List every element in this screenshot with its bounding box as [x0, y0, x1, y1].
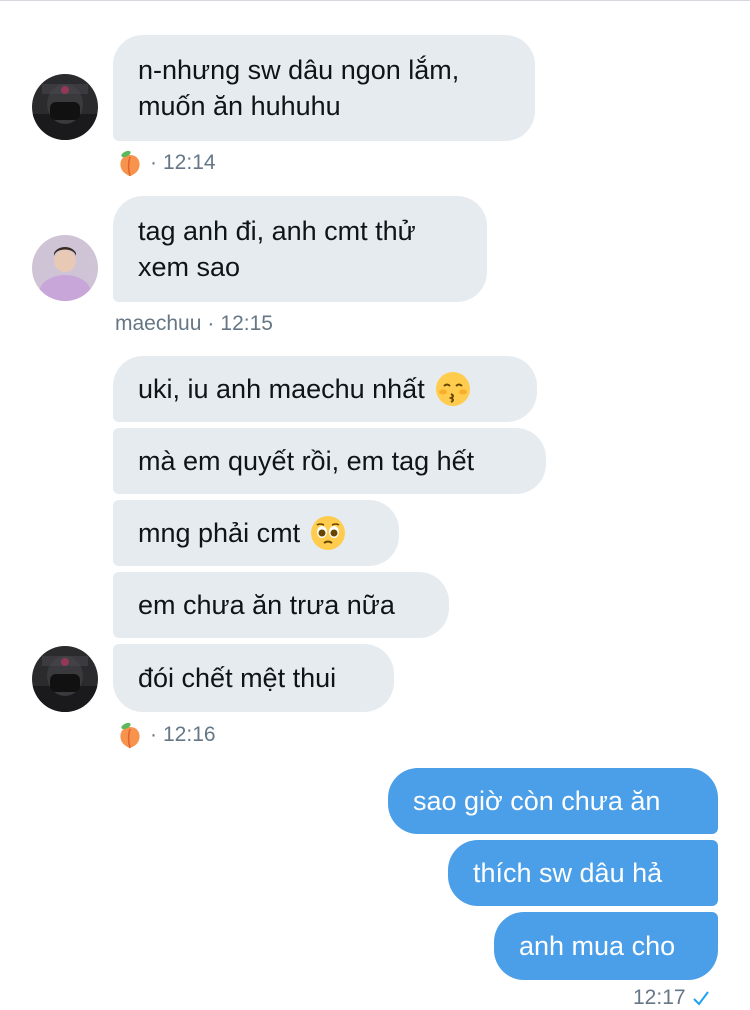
avatar-peach-user-1[interactable]	[32, 74, 98, 140]
message-text: uki, iu anh maechu nhất	[138, 373, 425, 404]
message-bubble[interactable]: tag anh đi, anh cmt thử xem sao	[113, 196, 487, 302]
kissing-face-emoji-icon	[435, 372, 470, 406]
outgoing-message-meta: 12:17	[633, 986, 710, 1010]
message-bubble[interactable]: em chưa ăn trưa nữa	[113, 572, 449, 638]
timestamp: 12:16	[163, 723, 216, 746]
timestamp: 12:17	[633, 986, 686, 1009]
message-text: n-nhưng sw dâu ngon lắm, muốn ăn huhuhu	[138, 55, 460, 121]
message-bubble[interactable]: mà em quyết rồi, em tag hết	[113, 428, 546, 494]
avatar-maechuu[interactable]	[32, 235, 98, 301]
message-text: tag anh đi, anh cmt thử xem sao	[138, 216, 416, 282]
outgoing-message-bubble[interactable]: sao giờ còn chưa ăn	[388, 768, 718, 834]
avatar-image	[32, 235, 98, 301]
message-text: sao giờ còn chưa ăn	[413, 785, 661, 816]
separator: ·	[207, 312, 215, 335]
message-bubble[interactable]: đói chết mệt thui	[113, 644, 394, 712]
message-meta: · 12:16	[116, 721, 216, 749]
timestamp: 12:15	[220, 312, 273, 335]
outgoing-message-bubble[interactable]: thích sw dâu hả	[448, 840, 718, 906]
message-bubble[interactable]: mng phải cmt	[113, 500, 399, 566]
peach-emoji-icon	[120, 150, 140, 177]
message-bubble[interactable]: n-nhưng sw dâu ngon lắm, muốn ăn huhuhu	[113, 35, 535, 141]
checkmark-icon	[692, 991, 709, 1006]
message-text: đói chết mệt thui	[138, 662, 337, 693]
sender-name[interactable]: maechuu	[115, 312, 201, 336]
separator: ·	[150, 723, 157, 746]
outgoing-message-bubble[interactable]: anh mua cho	[494, 912, 718, 980]
message-text: em chưa ăn trưa nữa	[138, 589, 395, 620]
pleading-face-emoji-icon	[311, 516, 346, 550]
message-bubble[interactable]: uki, iu anh maechu nhất	[113, 356, 537, 422]
avatar-image	[32, 74, 98, 140]
message-text: mng phải cmt	[138, 517, 301, 548]
message-text: thích sw dâu hả	[473, 857, 663, 888]
message-text: mà em quyết rồi, em tag hết	[138, 445, 475, 476]
message-text: anh mua cho	[519, 930, 676, 961]
avatar-image	[32, 646, 98, 712]
message-meta: maechuu · 12:15	[115, 312, 273, 336]
timestamp: 12:14	[163, 151, 216, 174]
peach-emoji-icon	[120, 722, 140, 749]
message-meta: · 12:14	[116, 149, 216, 177]
separator: ·	[150, 151, 157, 174]
avatar-peach-user-2[interactable]	[32, 646, 98, 712]
